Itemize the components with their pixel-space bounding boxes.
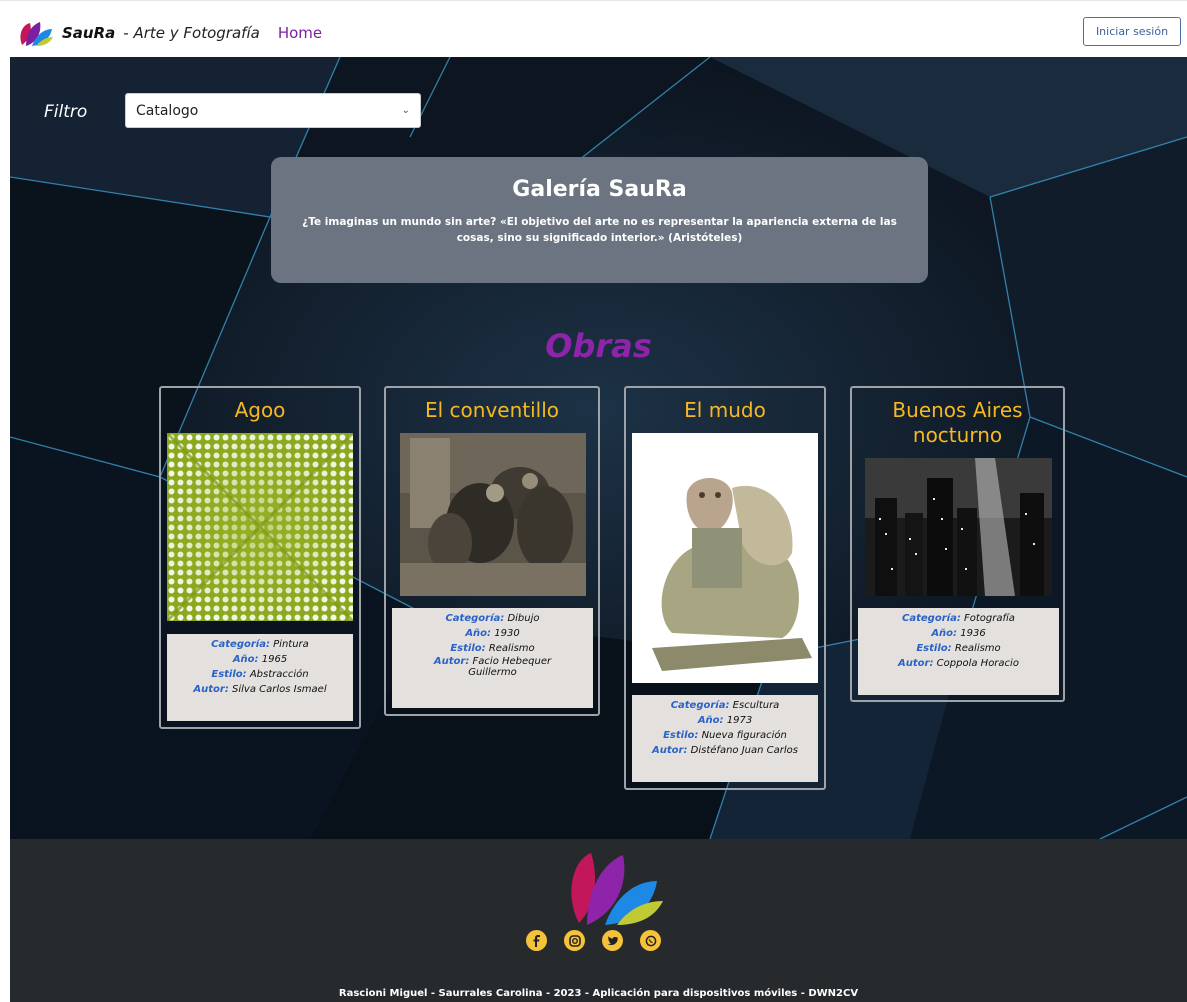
work-card[interactable]: El conventillo Categoría: Dibujo Año: 19…	[384, 386, 600, 716]
work-info: Categoría: Dibujo Año: 1930 Estilo: Real…	[392, 608, 593, 708]
work-style: Realismo	[488, 643, 535, 654]
footer-logo-icon	[571, 853, 663, 925]
whatsapp-icon[interactable]	[640, 930, 661, 951]
nav-home-link[interactable]: Home	[278, 24, 322, 42]
work-image	[400, 433, 586, 596]
work-card[interactable]: Agoo Categoría: Pintura Año: 1965 Estilo…	[159, 386, 361, 729]
footer: Rascioni Miguel - Saurrales Carolina - 2…	[10, 839, 1187, 1002]
work-year: 1936	[960, 628, 986, 639]
work-title: Agoo	[234, 398, 286, 422]
footer-credits: Rascioni Miguel - Saurrales Carolina - 2…	[338, 988, 859, 999]
work-category: Dibujo	[507, 613, 540, 624]
work-image	[632, 433, 818, 683]
work-year: 1965	[261, 654, 288, 665]
work-style: Abstracción	[249, 669, 309, 680]
brand-name: SauRa	[62, 24, 116, 42]
work-author: Distéfano Juan Carlos	[690, 745, 798, 756]
work-image	[865, 458, 1052, 596]
work-year: 1973	[726, 715, 753, 726]
work-info: Categoría: Fotografía Año: 1936 Estilo: …	[858, 608, 1059, 695]
work-style: Realismo	[954, 643, 1001, 654]
instagram-icon[interactable]	[564, 930, 585, 951]
facebook-icon[interactable]	[526, 930, 547, 951]
gallery-section: Filtro Catalogo ⌄ Galería SauRa ¿Te imag…	[10, 57, 1187, 839]
work-title: Buenos Aires nocturno	[892, 398, 1023, 447]
login-button[interactable]: Iniciar sesión	[1083, 17, 1181, 46]
work-title: El mudo	[684, 398, 766, 422]
intro-text: ¿Te imaginas un mundo sin arte? «El obje…	[302, 216, 897, 244]
work-info: Categoría: Pintura Año: 1965 Estilo: Abs…	[167, 634, 353, 721]
works-heading: Obras	[545, 327, 652, 365]
work-card[interactable]: El mudo Categoría: Escultura Año: 1973 E…	[624, 386, 826, 790]
work-title: El conventillo	[424, 398, 560, 422]
filter-label: Filtro	[44, 102, 88, 122]
social-links	[526, 930, 661, 951]
work-category: Fotografía	[964, 613, 1015, 624]
work-card[interactable]: Buenos Aires nocturno Categoría: Fotogra…	[850, 386, 1065, 702]
intro-title: Galería SauRa	[512, 177, 687, 202]
work-style: Nueva figuración	[701, 730, 787, 741]
work-image	[167, 433, 353, 621]
work-category: Pintura	[273, 639, 309, 650]
work-year: 1930	[494, 628, 520, 639]
intro-banner: Galería SauRa ¿Te imaginas un mundo sin …	[271, 157, 928, 283]
work-author: Facio Hebequer Guillermo	[468, 656, 552, 678]
filter-selected-value: Catalogo	[136, 102, 199, 119]
work-info: Categoría: Escultura Año: 1973 Estilo: N…	[632, 695, 818, 782]
brand[interactable]: SauRa - Arte y Fotografía Home	[18, 19, 322, 47]
work-category: Escultura	[732, 700, 780, 711]
twitter-icon[interactable]	[602, 930, 623, 951]
chevron-down-icon: ⌄	[401, 105, 410, 116]
work-author: Coppola Horacio	[936, 658, 1019, 669]
navbar: SauRa - Arte y Fotografía Home Iniciar s…	[0, 0, 1187, 57]
filter-select[interactable]: Catalogo ⌄	[125, 93, 421, 128]
brand-subtitle: - Arte y Fotografía	[123, 24, 260, 42]
work-author: Silva Carlos Ismael	[232, 684, 327, 695]
brand-logo-icon	[20, 22, 53, 46]
